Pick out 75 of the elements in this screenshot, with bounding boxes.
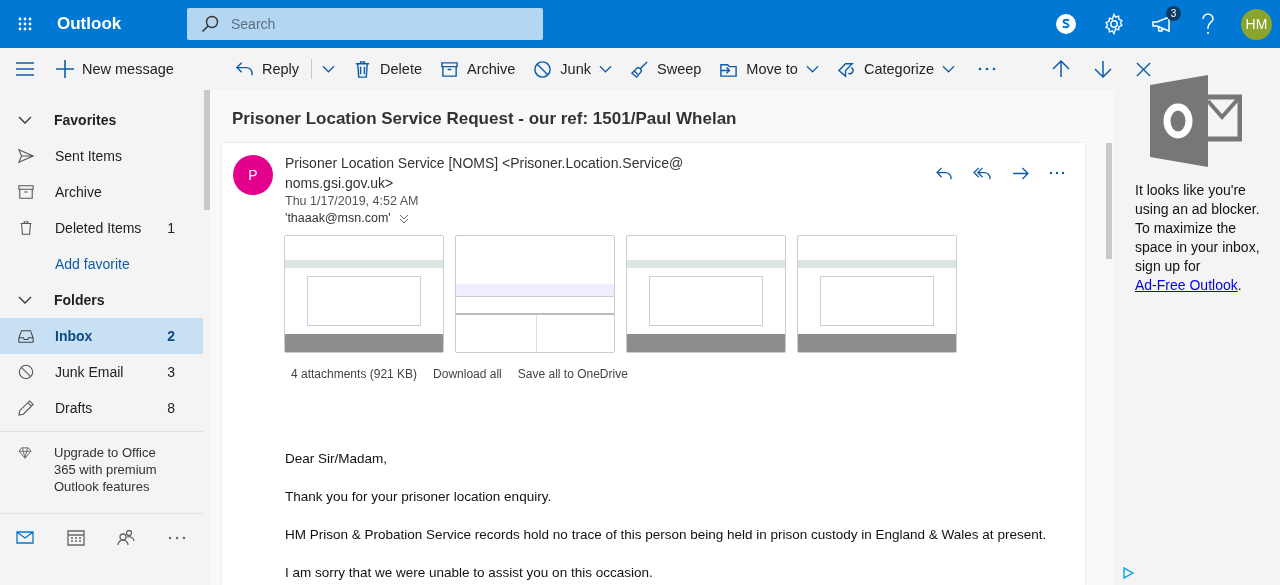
sweep-button[interactable]: Sweep bbox=[623, 55, 709, 83]
archive-icon bbox=[440, 59, 459, 79]
ad-blocker-message: It looks like you're using an ad blocker. To maximize the space in your inbox, sign up for Ad-Free Outlook. bbox=[1135, 181, 1261, 295]
save-to-onedrive-link[interactable]: Save all to OneDrive bbox=[517, 367, 628, 381]
forward-icon[interactable] bbox=[1012, 166, 1029, 180]
more-icon[interactable] bbox=[978, 67, 997, 71]
send-icon bbox=[18, 148, 34, 164]
email-subject: Prisoner Location Service Request - our ref: 1501/Paul Whelan bbox=[231, 108, 738, 130]
junk-button[interactable]: Junk bbox=[526, 55, 619, 83]
folder-item[interactable]: Junk Email 3 bbox=[0, 354, 203, 390]
pencil-icon bbox=[18, 400, 34, 416]
skype-icon[interactable] bbox=[1055, 13, 1077, 35]
double-chevron-icon[interactable] bbox=[398, 213, 409, 224]
folder-item[interactable]: Archive bbox=[0, 174, 203, 210]
body-paragraph: Thank you for your prisoner location enquiry. bbox=[285, 489, 553, 505]
sender-name: Prisoner Location Service [NOMS] <Prisoner.Location.Service@ noms.gsi.gov.uk> bbox=[285, 154, 685, 193]
close-icon[interactable] bbox=[1136, 61, 1152, 77]
folder-section-header[interactable]: Favorites bbox=[0, 102, 200, 138]
body-paragraph: I am sorry that we were unable to assist you on this occasion. bbox=[285, 565, 654, 581]
menu-icon[interactable] bbox=[16, 62, 34, 76]
blocked-icon bbox=[18, 364, 34, 380]
attachment-thumbnail[interactable] bbox=[626, 235, 786, 353]
categorize-button[interactable]: Categorize bbox=[829, 55, 963, 83]
up-arrow-icon[interactable] bbox=[1052, 60, 1071, 78]
body-paragraph: HM Prison & Probation Service records hold no trace of this person being held in prison custody in England & Wales at present. bbox=[285, 527, 1048, 543]
more-icon[interactable] bbox=[1049, 171, 1065, 175]
caret-icon[interactable] bbox=[599, 65, 612, 73]
folder-section-header[interactable]: Folders bbox=[0, 282, 200, 318]
ad-free-outlook-link[interactable]: Ad-Free Outlook bbox=[1135, 277, 1238, 293]
add-favorite-link[interactable]: Add favorite bbox=[0, 246, 203, 282]
upgrade-link[interactable]: Upgrade to Office 365 with premium Outlook features bbox=[54, 444, 172, 495]
diamond-icon bbox=[18, 447, 32, 459]
reply-all-icon[interactable] bbox=[973, 165, 992, 181]
scrollbar-thumb[interactable] bbox=[1106, 143, 1112, 259]
archive-button[interactable]: Archive bbox=[433, 55, 523, 83]
delete-button[interactable]: Delete bbox=[346, 55, 429, 83]
down-arrow-icon[interactable] bbox=[1094, 60, 1113, 78]
chevron-icon[interactable] bbox=[18, 116, 32, 124]
download-all-link[interactable]: Download all bbox=[433, 367, 502, 381]
attachment-thumbnail[interactable] bbox=[797, 235, 957, 353]
caret-icon[interactable] bbox=[942, 65, 956, 73]
folder-item[interactable]: Inbox 2 bbox=[0, 318, 203, 354]
attachment-thumbnail[interactable] bbox=[284, 235, 444, 353]
sender-avatar: P bbox=[233, 155, 273, 195]
folder-item[interactable]: Deleted Items 1 bbox=[0, 210, 203, 246]
recipient[interactable]: 'thaaak@msn.com' bbox=[285, 210, 391, 227]
chevron-icon[interactable] bbox=[18, 296, 32, 304]
people-icon[interactable] bbox=[116, 528, 137, 546]
inbox-icon bbox=[18, 328, 34, 344]
archive-icon bbox=[18, 184, 34, 200]
scrollbar-thumb[interactable] bbox=[204, 90, 210, 210]
caret-icon[interactable] bbox=[805, 65, 819, 73]
reply-icon[interactable] bbox=[936, 165, 953, 181]
folder-item[interactable]: Sent Items bbox=[0, 138, 203, 174]
plus-icon bbox=[56, 60, 74, 78]
new-message-button[interactable]: New message bbox=[54, 56, 176, 82]
search-field[interactable]: Search bbox=[187, 8, 543, 40]
broom-icon bbox=[630, 59, 649, 79]
notification-badge: 3 bbox=[1166, 6, 1181, 21]
calendar-icon[interactable] bbox=[65, 528, 86, 546]
folder-item[interactable]: Drafts 8 bbox=[0, 390, 203, 426]
settings-icon[interactable] bbox=[1103, 13, 1125, 35]
message-date: Thu 1/17/2019, 4:52 AM bbox=[285, 193, 420, 210]
body-paragraph: Dear Sir/Madam, bbox=[285, 451, 389, 467]
trash-icon bbox=[18, 220, 34, 236]
caret-icon[interactable] bbox=[322, 65, 336, 73]
blocked-icon bbox=[533, 59, 553, 79]
attachment-thumbnail[interactable] bbox=[455, 235, 615, 353]
mail-icon[interactable] bbox=[15, 528, 36, 546]
attachment-summary: 4 attachments (921 KB) bbox=[291, 367, 418, 381]
help-icon[interactable] bbox=[1201, 13, 1215, 35]
move-button[interactable]: Move to bbox=[712, 55, 826, 83]
app-launcher-icon[interactable] bbox=[18, 17, 32, 31]
reply-button[interactable]: Reply bbox=[228, 55, 343, 83]
app-name[interactable]: Outlook bbox=[57, 14, 187, 34]
